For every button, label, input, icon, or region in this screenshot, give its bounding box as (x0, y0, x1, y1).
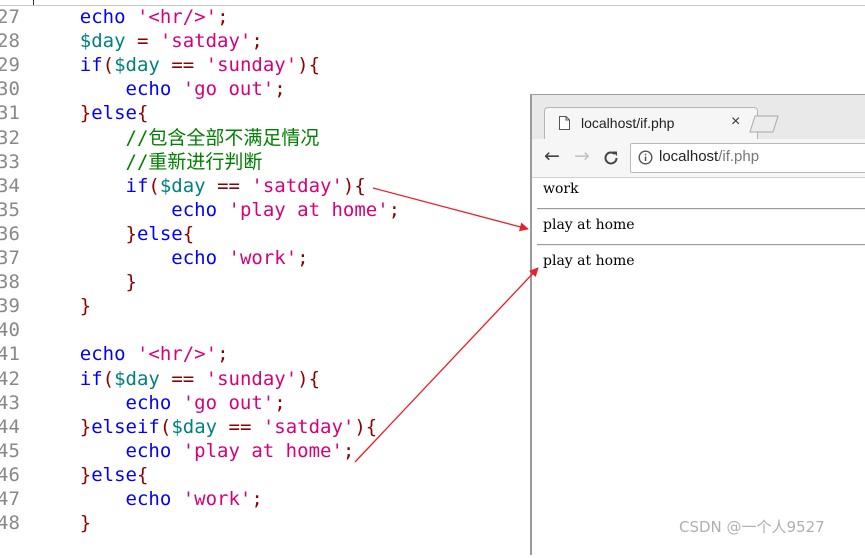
annotation-arrows (354, 187, 539, 463)
arrow-to-first-result (372, 187, 529, 232)
arrow-to-second-result (354, 267, 539, 463)
watermark: CSDN @一个人9527 (679, 518, 825, 536)
